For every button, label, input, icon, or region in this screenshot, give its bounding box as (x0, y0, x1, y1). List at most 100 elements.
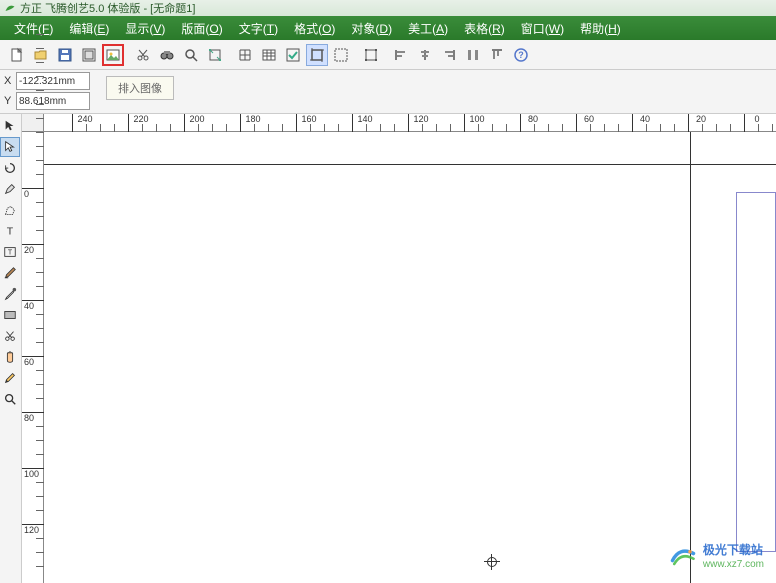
ruler-corner[interactable] (22, 114, 44, 132)
text-tool[interactable]: T (0, 221, 20, 241)
menu-文件[interactable]: 文件(F) (6, 18, 61, 39)
new-doc-button[interactable] (6, 44, 28, 66)
x-coordinate-input[interactable] (16, 72, 90, 90)
crop-button[interactable] (306, 44, 328, 66)
menu-bar: 文件(F)编辑(E)显示(V)版面(O)文字(T)格式(O)对象(D)美工(A)… (0, 16, 776, 40)
grid-icon (237, 47, 253, 63)
cut-button[interactable] (132, 44, 154, 66)
pen-tool[interactable] (0, 179, 20, 199)
hand-tool-icon (3, 350, 17, 364)
polygon-tool[interactable] (0, 200, 20, 220)
watermark-logo-icon (669, 543, 697, 571)
vertical-guide[interactable] (690, 132, 691, 583)
menu-窗口[interactable]: 窗口(W) (513, 18, 572, 39)
ruler-tick-label: 0 (24, 189, 29, 199)
text-frame-tool[interactable]: T (0, 242, 20, 262)
menu-帮助[interactable]: 帮助(H) (572, 18, 629, 39)
direct-select-tool[interactable] (0, 137, 20, 157)
magnifier-button[interactable] (180, 44, 202, 66)
rectangle-tool-icon (3, 308, 17, 322)
ruler-tick-label: 80 (518, 114, 548, 124)
align-top-button[interactable] (486, 44, 508, 66)
help-button[interactable]: ? (510, 44, 532, 66)
pencil-tool[interactable] (0, 368, 20, 388)
canvas-wrap: 240220200180160140120100806040200 020406… (22, 114, 776, 583)
menu-编辑[interactable]: 编辑(E) (61, 18, 117, 39)
menu-版面[interactable]: 版面(O) (173, 18, 230, 39)
table-button[interactable] (258, 44, 280, 66)
check-button[interactable] (282, 44, 304, 66)
y-coordinate-input[interactable] (16, 92, 90, 110)
menu-文字[interactable]: 文字(T) (231, 18, 286, 39)
ruler-tick-label: 220 (126, 114, 156, 124)
check-icon (285, 47, 301, 63)
svg-text:T: T (8, 250, 13, 257)
ruler-tick-label: 240 (70, 114, 100, 124)
eyedropper-tool[interactable] (0, 284, 20, 304)
brush-tool[interactable] (0, 263, 20, 283)
ruler-tick-label: 160 (294, 114, 324, 124)
horizontal-guide[interactable] (44, 164, 776, 165)
rectangle-tool[interactable] (0, 305, 20, 325)
zoom-tool[interactable] (0, 389, 20, 409)
menu-格式[interactable]: 格式(O) (286, 18, 343, 39)
selection-icon (333, 47, 349, 63)
text-tool-icon: T (3, 224, 17, 238)
ruler-tick-label: 100 (24, 469, 39, 479)
horizontal-ruler[interactable]: 240220200180160140120100806040200 (44, 114, 776, 132)
rotate-tool-icon (3, 161, 17, 175)
magnifier-icon (183, 47, 199, 63)
pointer-tool[interactable] (0, 116, 20, 136)
ruler-tick-label: 120 (24, 525, 39, 535)
new-doc-icon (9, 47, 25, 63)
selection-button[interactable] (330, 44, 352, 66)
align-center-button[interactable] (414, 44, 436, 66)
direct-select-tool-icon (3, 140, 17, 154)
ruler-tick-label: 60 (24, 357, 34, 367)
ruler-tick-label: 200 (182, 114, 212, 124)
insert-image-button[interactable] (102, 44, 124, 66)
binoculars-icon (159, 47, 175, 63)
transform-button[interactable] (204, 44, 226, 66)
bounds-icon (363, 47, 379, 63)
menu-表格[interactable]: 表格(R) (456, 18, 513, 39)
table-icon (261, 47, 277, 63)
menu-显示[interactable]: 显示(V) (117, 18, 173, 39)
align-right-button[interactable] (438, 44, 460, 66)
hand-tool[interactable] (0, 347, 20, 367)
ruler-tick-label: 140 (350, 114, 380, 124)
save-button[interactable] (54, 44, 76, 66)
ruler-tick-label: 20 (686, 114, 716, 124)
svg-text:?: ? (518, 50, 524, 60)
ruler-tick-label: 60 (574, 114, 604, 124)
ruler-tick-label: 100 (462, 114, 492, 124)
distribute-button[interactable] (462, 44, 484, 66)
app-icon (4, 2, 16, 14)
svg-text:T: T (7, 226, 14, 238)
rotate-tool[interactable] (0, 158, 20, 178)
scissors-tool-icon (3, 329, 17, 343)
grid-button[interactable] (234, 44, 256, 66)
menu-对象[interactable]: 对象(D) (343, 18, 400, 39)
brush-tool-icon (3, 266, 17, 280)
align-center-icon (417, 47, 433, 63)
ruler-tick-label: 40 (630, 114, 660, 124)
pencil-tool-icon (3, 371, 17, 385)
watermark-text: 极光下载站 (703, 544, 764, 557)
main-toolbar: ? (0, 40, 776, 70)
binoculars-button[interactable] (156, 44, 178, 66)
canvas[interactable] (44, 132, 776, 583)
menu-美工[interactable]: 美工(A) (400, 18, 456, 39)
eyedropper-tool-icon (3, 287, 17, 301)
insert-image-tooltip: 排入图像 (106, 76, 174, 100)
align-right-icon (441, 47, 457, 63)
cursor-crosshair (484, 554, 500, 570)
pen-tool-icon (3, 182, 17, 196)
import-frame-button[interactable] (78, 44, 100, 66)
distribute-icon (465, 47, 481, 63)
document-frame[interactable] (736, 192, 776, 552)
scissors-tool[interactable] (0, 326, 20, 346)
vertical-ruler[interactable]: 020406080100120 (22, 132, 44, 583)
align-left-button[interactable] (390, 44, 412, 66)
bounds-button[interactable] (360, 44, 382, 66)
